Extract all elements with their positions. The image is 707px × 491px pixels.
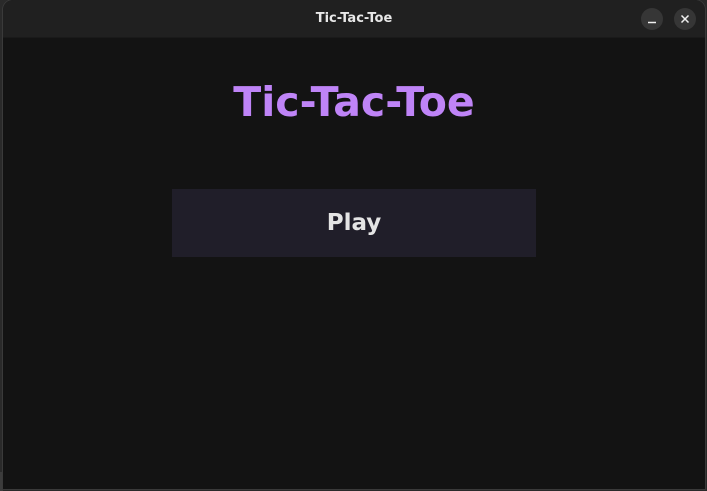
close-icon [680,14,690,24]
main-content: Tic-Tac-Toe Play [3,38,705,489]
window-title: Tic-Tac-Toe [315,11,393,26]
game-title: Tic-Tac-Toe [233,78,475,126]
minimize-icon [648,21,656,24]
play-button[interactable]: Play [172,189,536,257]
app-window: Tic-Tac-Toe Tic-Tac-Toe Play [3,0,705,489]
title-bar[interactable]: Tic-Tac-Toe [3,0,705,38]
minimize-button[interactable] [641,8,663,30]
close-button[interactable] [674,8,696,30]
